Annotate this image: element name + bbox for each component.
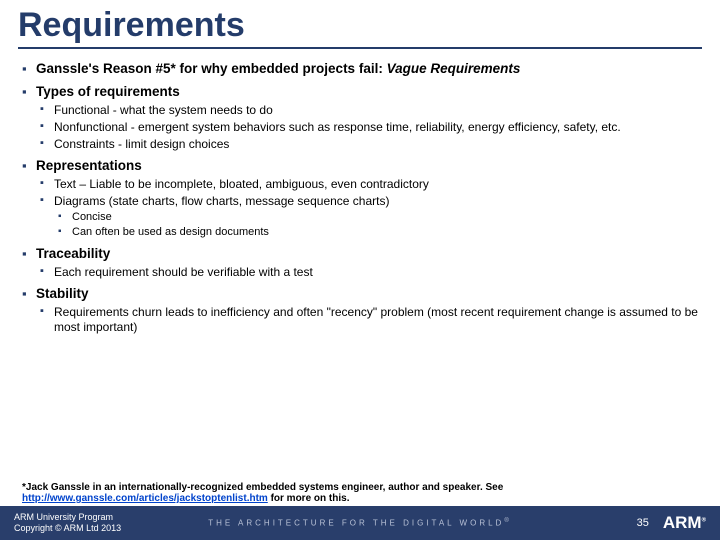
bullet-traceability-sub: Each requirement should be verifiable wi…: [40, 265, 698, 280]
footnote-link[interactable]: http://www.ganssle.com/articles/jackstop…: [22, 493, 268, 504]
footer-bar: ARM University Program Copyright © ARM L…: [0, 506, 720, 540]
page-number: 35: [637, 517, 649, 529]
bullet-design-docs: Can often be used as design documents: [58, 226, 698, 240]
footer-tagline: THE ARCHITECTURE FOR THE DIGITAL WORLD®: [208, 518, 512, 528]
bullet-constraints: Constraints - limit design choices: [40, 137, 698, 152]
arm-logo: ARM®: [663, 513, 706, 533]
bullet-functional: Functional - what the system needs to do: [40, 103, 698, 118]
footnote-text: for more on this.: [268, 493, 350, 504]
bullet-nonfunctional: Nonfunctional - emergent system behavior…: [40, 120, 698, 135]
bullet-ganssle-reason: Ganssle's Reason #5* for why embedded pr…: [22, 61, 698, 78]
text-italic: Vague Requirements: [387, 61, 521, 76]
footnote-text: *Jack Ganssle in an internationally-reco…: [22, 482, 503, 493]
bullet-stability-sub: Requirements churn leads to inefficiency…: [40, 305, 698, 335]
footer-left: ARM University Program Copyright © ARM L…: [14, 512, 121, 534]
bullet-types-heading: Types of requirements: [22, 84, 698, 101]
bullet-representations-heading: Representations: [22, 158, 698, 175]
title-rule: [18, 47, 702, 49]
bullet-stability-heading: Stability: [22, 286, 698, 303]
slide-title: Requirements: [0, 0, 720, 47]
bullet-diagrams-rep: Diagrams (state charts, flow charts, mes…: [40, 194, 698, 209]
bullet-text-rep: Text – Liable to be incomplete, bloated,…: [40, 177, 698, 192]
bullet-traceability-heading: Traceability: [22, 246, 698, 263]
footer-program: ARM University Program: [14, 512, 121, 523]
bullet-concise: Concise: [58, 211, 698, 225]
slide-body: Ganssle's Reason #5* for why embedded pr…: [0, 55, 720, 478]
footer-copyright: Copyright © ARM Ltd 2013: [14, 523, 121, 534]
slide: Requirements Ganssle's Reason #5* for wh…: [0, 0, 720, 540]
text: Ganssle's Reason #5* for why embedded pr…: [36, 61, 387, 76]
footnote: *Jack Ganssle in an internationally-reco…: [0, 478, 720, 506]
